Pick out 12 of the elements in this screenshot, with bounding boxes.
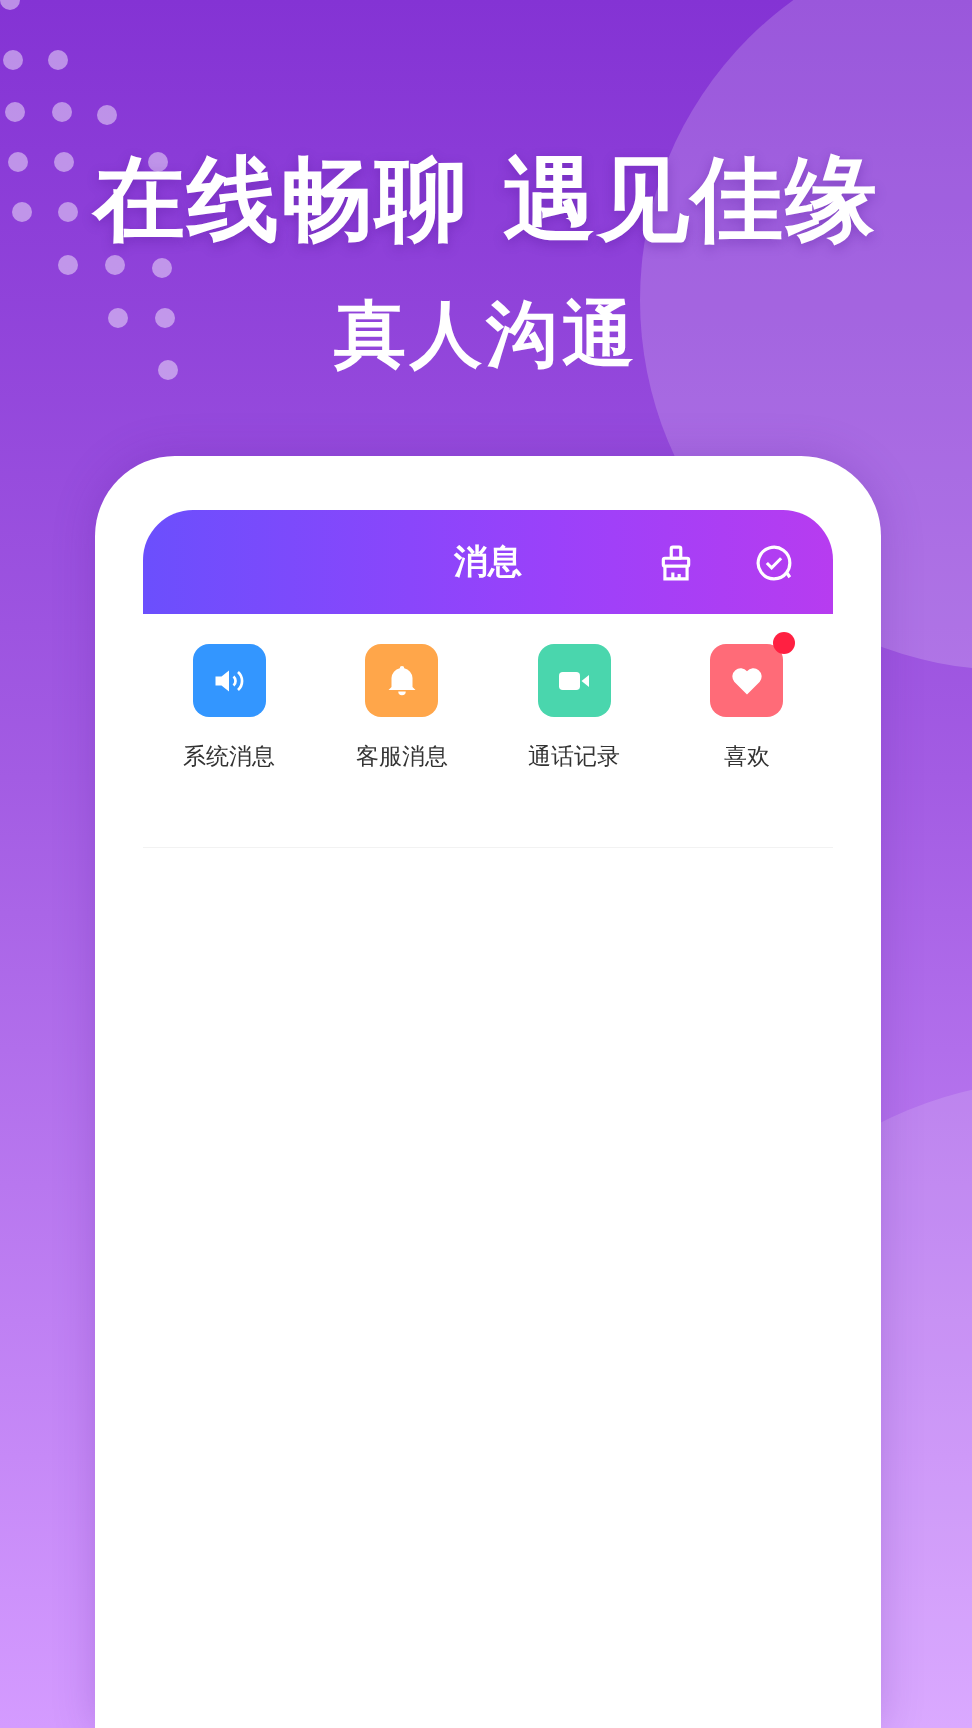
shortcut-label: 通话记录 [528,742,621,771]
headline: 在线畅聊 遇见佳缘 [93,154,879,246]
screen-title: 消息 [454,540,522,583]
shortcut-tile[interactable] [537,644,611,717]
check-chat-icon[interactable] [755,544,793,582]
shortcut-label: 系统消息 [183,742,276,771]
shortcut-tile[interactable] [365,644,439,717]
shortcut-label: 客服消息 [355,742,448,771]
shortcut-tile[interactable] [710,644,784,717]
shortcut-tile[interactable] [192,644,266,717]
subheadline: 真人沟通 [334,298,638,370]
shortcut-label: 喜欢 [723,742,770,771]
